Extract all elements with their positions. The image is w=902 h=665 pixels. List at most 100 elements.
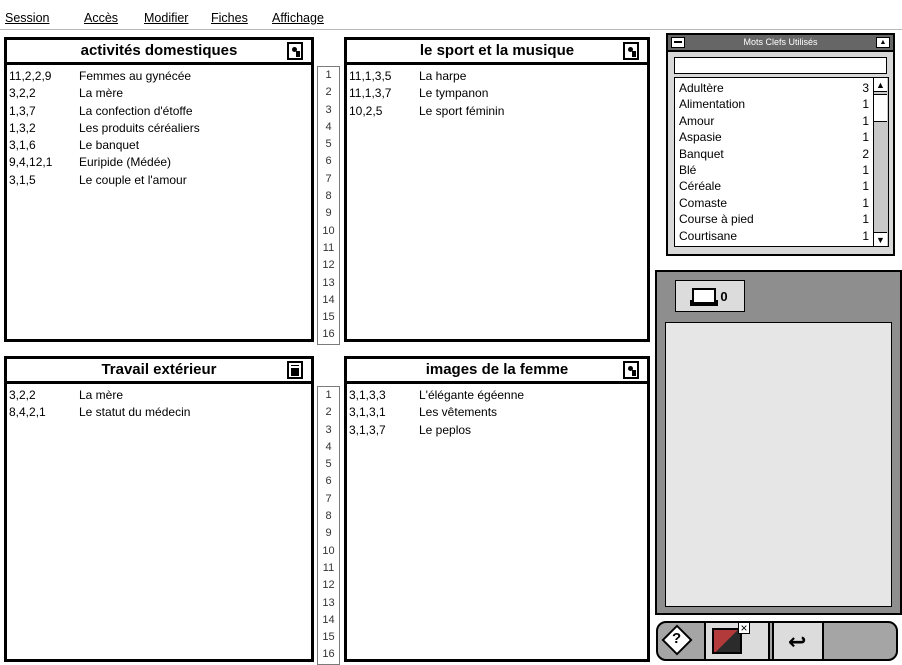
keyword-item[interactable]: Céréale 1: [679, 178, 869, 194]
item-code: 8,4,2,1: [9, 405, 46, 420]
menu-acces[interactable]: Accès: [84, 11, 118, 25]
item-code: 3,1,3,7: [349, 422, 386, 437]
keyword-word: Banquet: [679, 146, 724, 161]
keyword-word: Courtisane: [679, 228, 738, 243]
panel-images-femme: images de la femme 3,1,3,3 L'élégante égé…: [344, 356, 650, 662]
panel-title: Travail extérieur: [101, 361, 217, 378]
keyword-item[interactable]: Amour 1: [679, 113, 869, 129]
row-number: 14: [322, 613, 335, 626]
menu-modifier[interactable]: Modifier: [144, 11, 188, 25]
keyword-count: 1: [862, 97, 869, 112]
help-label: ?: [672, 630, 682, 647]
keyword-word: Céréale: [679, 179, 722, 194]
keywords-title: Mots Clefs Utilisés: [743, 37, 818, 47]
keyword-item[interactable]: Blé 1: [679, 162, 869, 178]
item-text: Le couple et l'amour: [79, 172, 187, 187]
list-item[interactable]: 3,1,3,3 L'élégante égéenne: [349, 387, 647, 404]
row-number: 16: [322, 648, 335, 661]
list-item[interactable]: 3,2,2 La mère: [9, 85, 311, 102]
item-code: 3,2,2: [9, 86, 36, 101]
list-item[interactable]: 3,1,6 Le banquet: [9, 137, 311, 154]
panel-header: Travail extérieur: [7, 359, 311, 384]
row-number: 3: [325, 103, 332, 116]
item-code: 3,2,2: [9, 388, 36, 402]
keyword-count: 1: [862, 163, 869, 178]
tray-body[interactable]: [665, 322, 892, 607]
keyword-word: Blé: [679, 163, 697, 178]
return-button[interactable]: ↩: [772, 621, 824, 661]
list-item[interactable]: 8,4,2,1 Le statut du médecin: [9, 404, 311, 421]
row-number: 11: [322, 561, 335, 574]
color-button[interactable]: [704, 621, 770, 661]
list-item[interactable]: 9,4,12,1 Euripide (Médée): [9, 154, 311, 171]
list-item[interactable]: 10,2,5 Le sport féminin: [349, 103, 647, 120]
panel-header: images de la femme: [347, 359, 647, 384]
panel-travail-exterieur: Travail extérieur 3,2,2 La mère 8,4,2,1 Le…: [4, 356, 314, 662]
help-button[interactable]: ?: [658, 621, 702, 661]
list: 3,1,3,3 L'élégante égéenne 3,1,3,1 Les vêt…: [347, 384, 647, 439]
item-code: 3,1,6: [9, 138, 36, 153]
keyword-item[interactable]: Banquet 2: [679, 146, 869, 162]
system-menu-icon[interactable]: [671, 37, 685, 48]
list-item[interactable]: 11,1,3,5 La harpe: [349, 68, 647, 85]
item-code: 11,1,3,5: [349, 69, 392, 83]
row-number: 6: [325, 475, 332, 488]
vase-icon[interactable]: [623, 42, 639, 60]
panel-header: activités domestiques: [7, 40, 311, 65]
scroll-thumb[interactable]: [874, 94, 887, 122]
keywords-window: Mots Clefs Utilisés ▲ Adultère 3 Alimenta…: [666, 33, 895, 256]
tray-button[interactable]: 0: [675, 280, 745, 312]
keyword-item[interactable]: Adultère 3: [679, 80, 869, 96]
keyword-count: 1: [862, 113, 869, 128]
list-item[interactable]: 3,2,2 La mère: [9, 387, 311, 404]
list-item[interactable]: 1,3,2 Les produits céréaliers: [9, 120, 311, 137]
row-number: 15: [322, 631, 335, 644]
row-number: 7: [325, 172, 332, 185]
keyword-item[interactable]: Course à pied 1: [679, 211, 869, 227]
row-number: 14: [322, 293, 335, 306]
list-item[interactable]: 1,3,7 La confection d'étoffe: [9, 103, 311, 120]
keyword-word: Alimentation: [679, 97, 746, 112]
keyword-count: 3: [862, 81, 869, 95]
item-code: 3,1,3,3: [349, 388, 386, 402]
panel-header: le sport et la musique: [347, 40, 647, 65]
vase-icon[interactable]: [287, 42, 303, 60]
panel-title: le sport et la musique: [419, 42, 575, 59]
menu-affichage[interactable]: Affichage: [272, 11, 324, 25]
row-number: 8: [325, 190, 332, 203]
list-item[interactable]: 11,1,3,7 Le tympanon: [349, 85, 647, 102]
row-number: 12: [322, 259, 335, 272]
keyword-word: Amour: [679, 113, 715, 128]
keyword-search-input[interactable]: [674, 57, 887, 74]
keyword-item[interactable]: Aspasie 1: [679, 129, 869, 145]
item-text: Le sport féminin: [419, 103, 505, 118]
scroll-down-icon[interactable]: ▼: [874, 232, 887, 246]
row-number: 1: [325, 389, 332, 401]
vase-icon[interactable]: [623, 361, 639, 379]
row-number: 10: [322, 544, 335, 557]
scroll-up-icon[interactable]: ▲: [874, 78, 887, 92]
list-item[interactable]: 11,2,2,9 Femmes au gynécée: [9, 68, 311, 85]
list-item[interactable]: 3,1,3,7 Le peplos: [349, 422, 647, 439]
keyword-item[interactable]: Courtisane 1: [679, 228, 869, 244]
row-number: 2: [325, 406, 332, 419]
panel-title: activités domestiques: [80, 42, 238, 59]
item-code: 11,2,2,9: [9, 69, 52, 83]
document-icon[interactable]: [287, 361, 303, 379]
list-item[interactable]: 3,1,5 Le couple et l'amour: [9, 172, 311, 189]
menu-session[interactable]: Session: [5, 11, 49, 25]
maximize-icon[interactable]: ▲: [876, 37, 890, 48]
keyword-scrollbar[interactable]: ▲ ▼: [874, 77, 889, 247]
item-text: Le banquet: [79, 138, 140, 153]
list: 11,1,3,5 La harpe 11,1,3,7 Le tympanon 10,…: [347, 65, 647, 120]
item-text: La confection d'étoffe: [79, 103, 193, 118]
menu-bar: Session Accès Modifier Fiches Affichage: [0, 0, 902, 30]
keyword-item[interactable]: Alimentation 1: [679, 96, 869, 112]
item-text: Le peplos: [419, 422, 472, 437]
keyword-item[interactable]: Comaste 1: [679, 195, 869, 211]
list-item[interactable]: 3,1,3,1 Les vêtements: [349, 404, 647, 421]
row-number: 5: [325, 458, 332, 471]
row-number: 10: [322, 224, 335, 237]
menu-fiches[interactable]: Fiches: [211, 11, 248, 25]
item-text: La mère: [79, 86, 124, 101]
